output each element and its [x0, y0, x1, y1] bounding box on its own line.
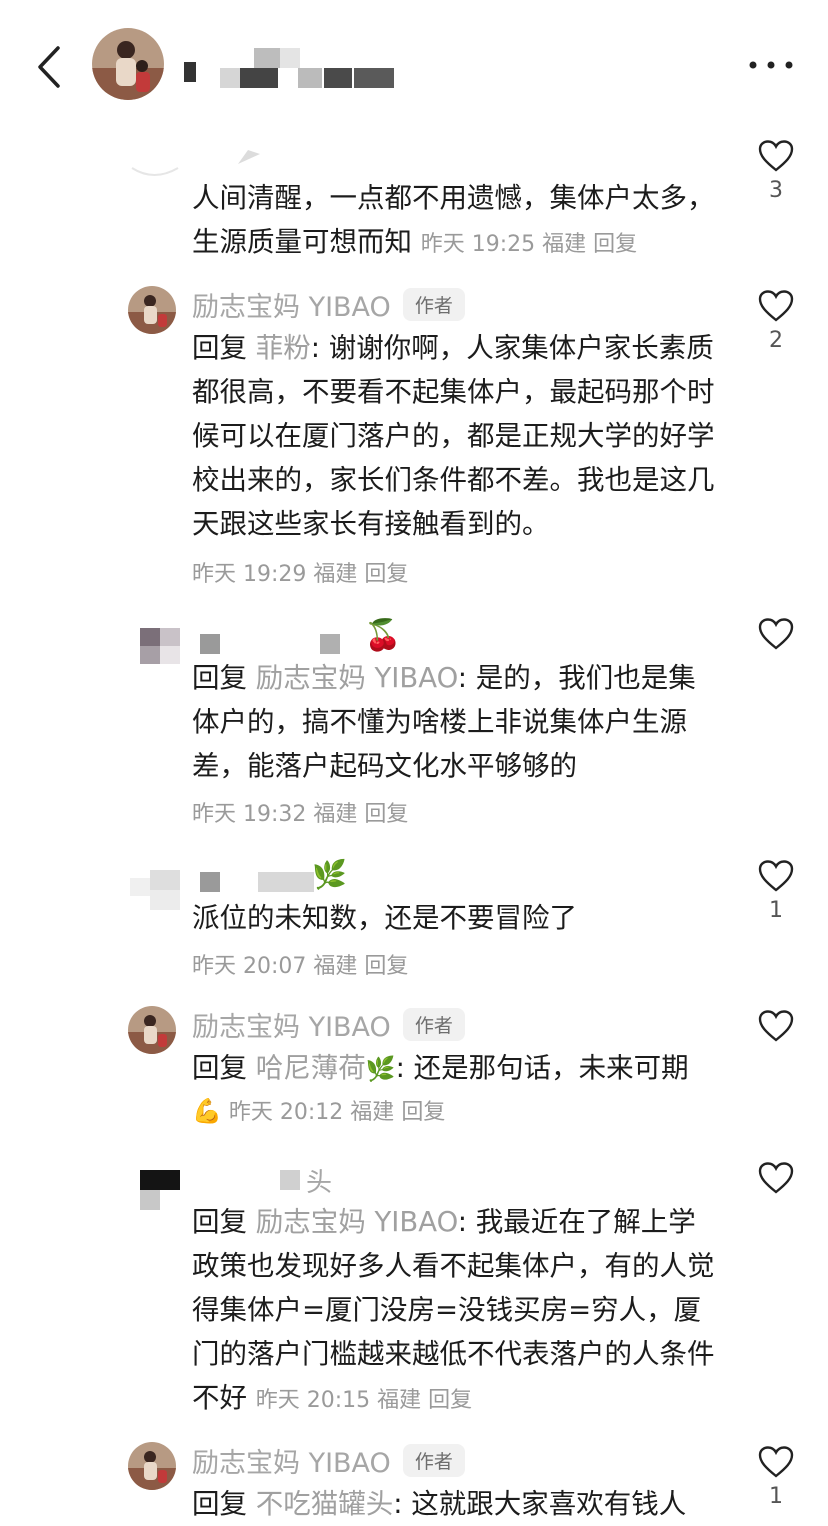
like-count: 1: [769, 1484, 783, 1509]
mention-link[interactable]: 哈尼薄荷: [256, 1052, 366, 1084]
comment-text: 回复 哈尼薄荷🌿: 还是那句话，未来可期: [192, 1052, 689, 1084]
blurred-name: [200, 632, 360, 656]
cherry-emoji: 🍒: [364, 618, 402, 653]
profile-avatar[interactable]: [92, 28, 164, 100]
commenter-name[interactable]: 头: [306, 1162, 332, 1199]
heart-icon: [758, 290, 794, 322]
reply-link[interactable]: 回复: [364, 562, 408, 587]
like-count: 1: [769, 898, 783, 923]
heart-icon: [758, 860, 794, 892]
like-count: 3: [769, 178, 783, 203]
top-bar: [0, 0, 828, 130]
author-name[interactable]: 励志宝妈 YIBAO: [192, 1441, 391, 1480]
reply-link[interactable]: 回复: [401, 1100, 445, 1125]
like-button[interactable]: 2: [756, 290, 796, 353]
comment-meta: 昨天 19:25 福建 回复: [420, 232, 638, 257]
heart-icon: [758, 140, 794, 172]
comment-text: 回复 菲粉: 谢谢你啊，人家集体户家长素质都很高，不要看不起集体户，最起码那个时…: [192, 332, 715, 540]
leaf-emoji: 🌿: [365, 1055, 396, 1083]
heart-icon: [758, 618, 794, 650]
author-badge: 作者: [402, 1007, 465, 1041]
like-button[interactable]: [756, 618, 796, 650]
blurred-avatar: [140, 1170, 180, 1210]
comment-meta: 💪 昨天 20:12 福建 回复: [192, 1097, 446, 1125]
comment-meta: 昨天 19:29 福建 回复: [192, 562, 409, 587]
avatar[interactable]: [128, 286, 176, 334]
comment-meta: 昨天 19:32 福建 回复: [192, 802, 409, 827]
reply-link[interactable]: 回复: [428, 1388, 472, 1413]
reply-link[interactable]: 回复: [364, 954, 408, 979]
heart-icon: [758, 1010, 794, 1042]
like-button[interactable]: 3: [756, 140, 796, 203]
mention-link[interactable]: 励志宝妈 YIBAO: [256, 1206, 458, 1238]
author-badge: 作者: [402, 1443, 465, 1477]
like-button[interactable]: 1: [756, 1446, 796, 1509]
more-horizontal-icon[interactable]: [748, 56, 794, 74]
chevron-left-icon[interactable]: [32, 44, 68, 90]
comment-meta: 昨天 20:15 福建 回复: [255, 1388, 473, 1413]
comment-text: 派位的未知数，还是不要冒险了: [192, 902, 577, 934]
blurred-name: [238, 150, 260, 164]
flexed-arm-emoji: 💪: [192, 1097, 222, 1125]
blurred-avatar: [131, 167, 179, 176]
blurred-name: [280, 1170, 300, 1190]
reply-link[interactable]: 回复: [364, 802, 408, 827]
reply-link[interactable]: 回复: [593, 232, 637, 257]
comment-text: 人间清醒，一点都不用遗憾，集体户太多，生源质量可想而知 昨天 19:25 福建 …: [192, 182, 715, 258]
blurred-name: [200, 870, 320, 894]
leaf-emoji: 🌿: [312, 858, 347, 891]
author-badge: 作者: [402, 287, 465, 321]
comment-text: 回复 励志宝妈 YIBAO: 是的，我们也是集体户的，搞不懂为啥楼上非说集体户生…: [192, 662, 696, 782]
like-button[interactable]: [756, 1162, 796, 1194]
heart-icon: [758, 1162, 794, 1194]
like-button[interactable]: [756, 1010, 796, 1042]
blurred-avatar: [140, 628, 180, 664]
mention-link[interactable]: 励志宝妈 YIBAO: [256, 662, 458, 694]
comment-text: 回复 不吃猫罐头: 这就跟大家喜欢有钱人: [192, 1488, 687, 1520]
mention-link[interactable]: 不吃猫罐头: [256, 1488, 394, 1520]
comment-text: 回复 励志宝妈 YIBAO: 我最近在了解上学政策也发现好多人看不起集体户，有的…: [192, 1206, 715, 1414]
like-count: 2: [769, 328, 783, 353]
author-name[interactable]: 励志宝妈 YIBAO: [192, 1005, 391, 1044]
heart-icon: [758, 1446, 794, 1478]
author-name[interactable]: 励志宝妈 YIBAO: [192, 285, 391, 324]
blurred-avatar: [130, 870, 180, 910]
comment-meta: 昨天 20:07 福建 回复: [192, 954, 409, 979]
avatar[interactable]: [128, 1442, 176, 1490]
mention-link[interactable]: 菲粉: [256, 332, 311, 364]
blurred-username: [184, 46, 414, 90]
like-button[interactable]: 1: [756, 860, 796, 923]
avatar[interactable]: [128, 1006, 176, 1054]
